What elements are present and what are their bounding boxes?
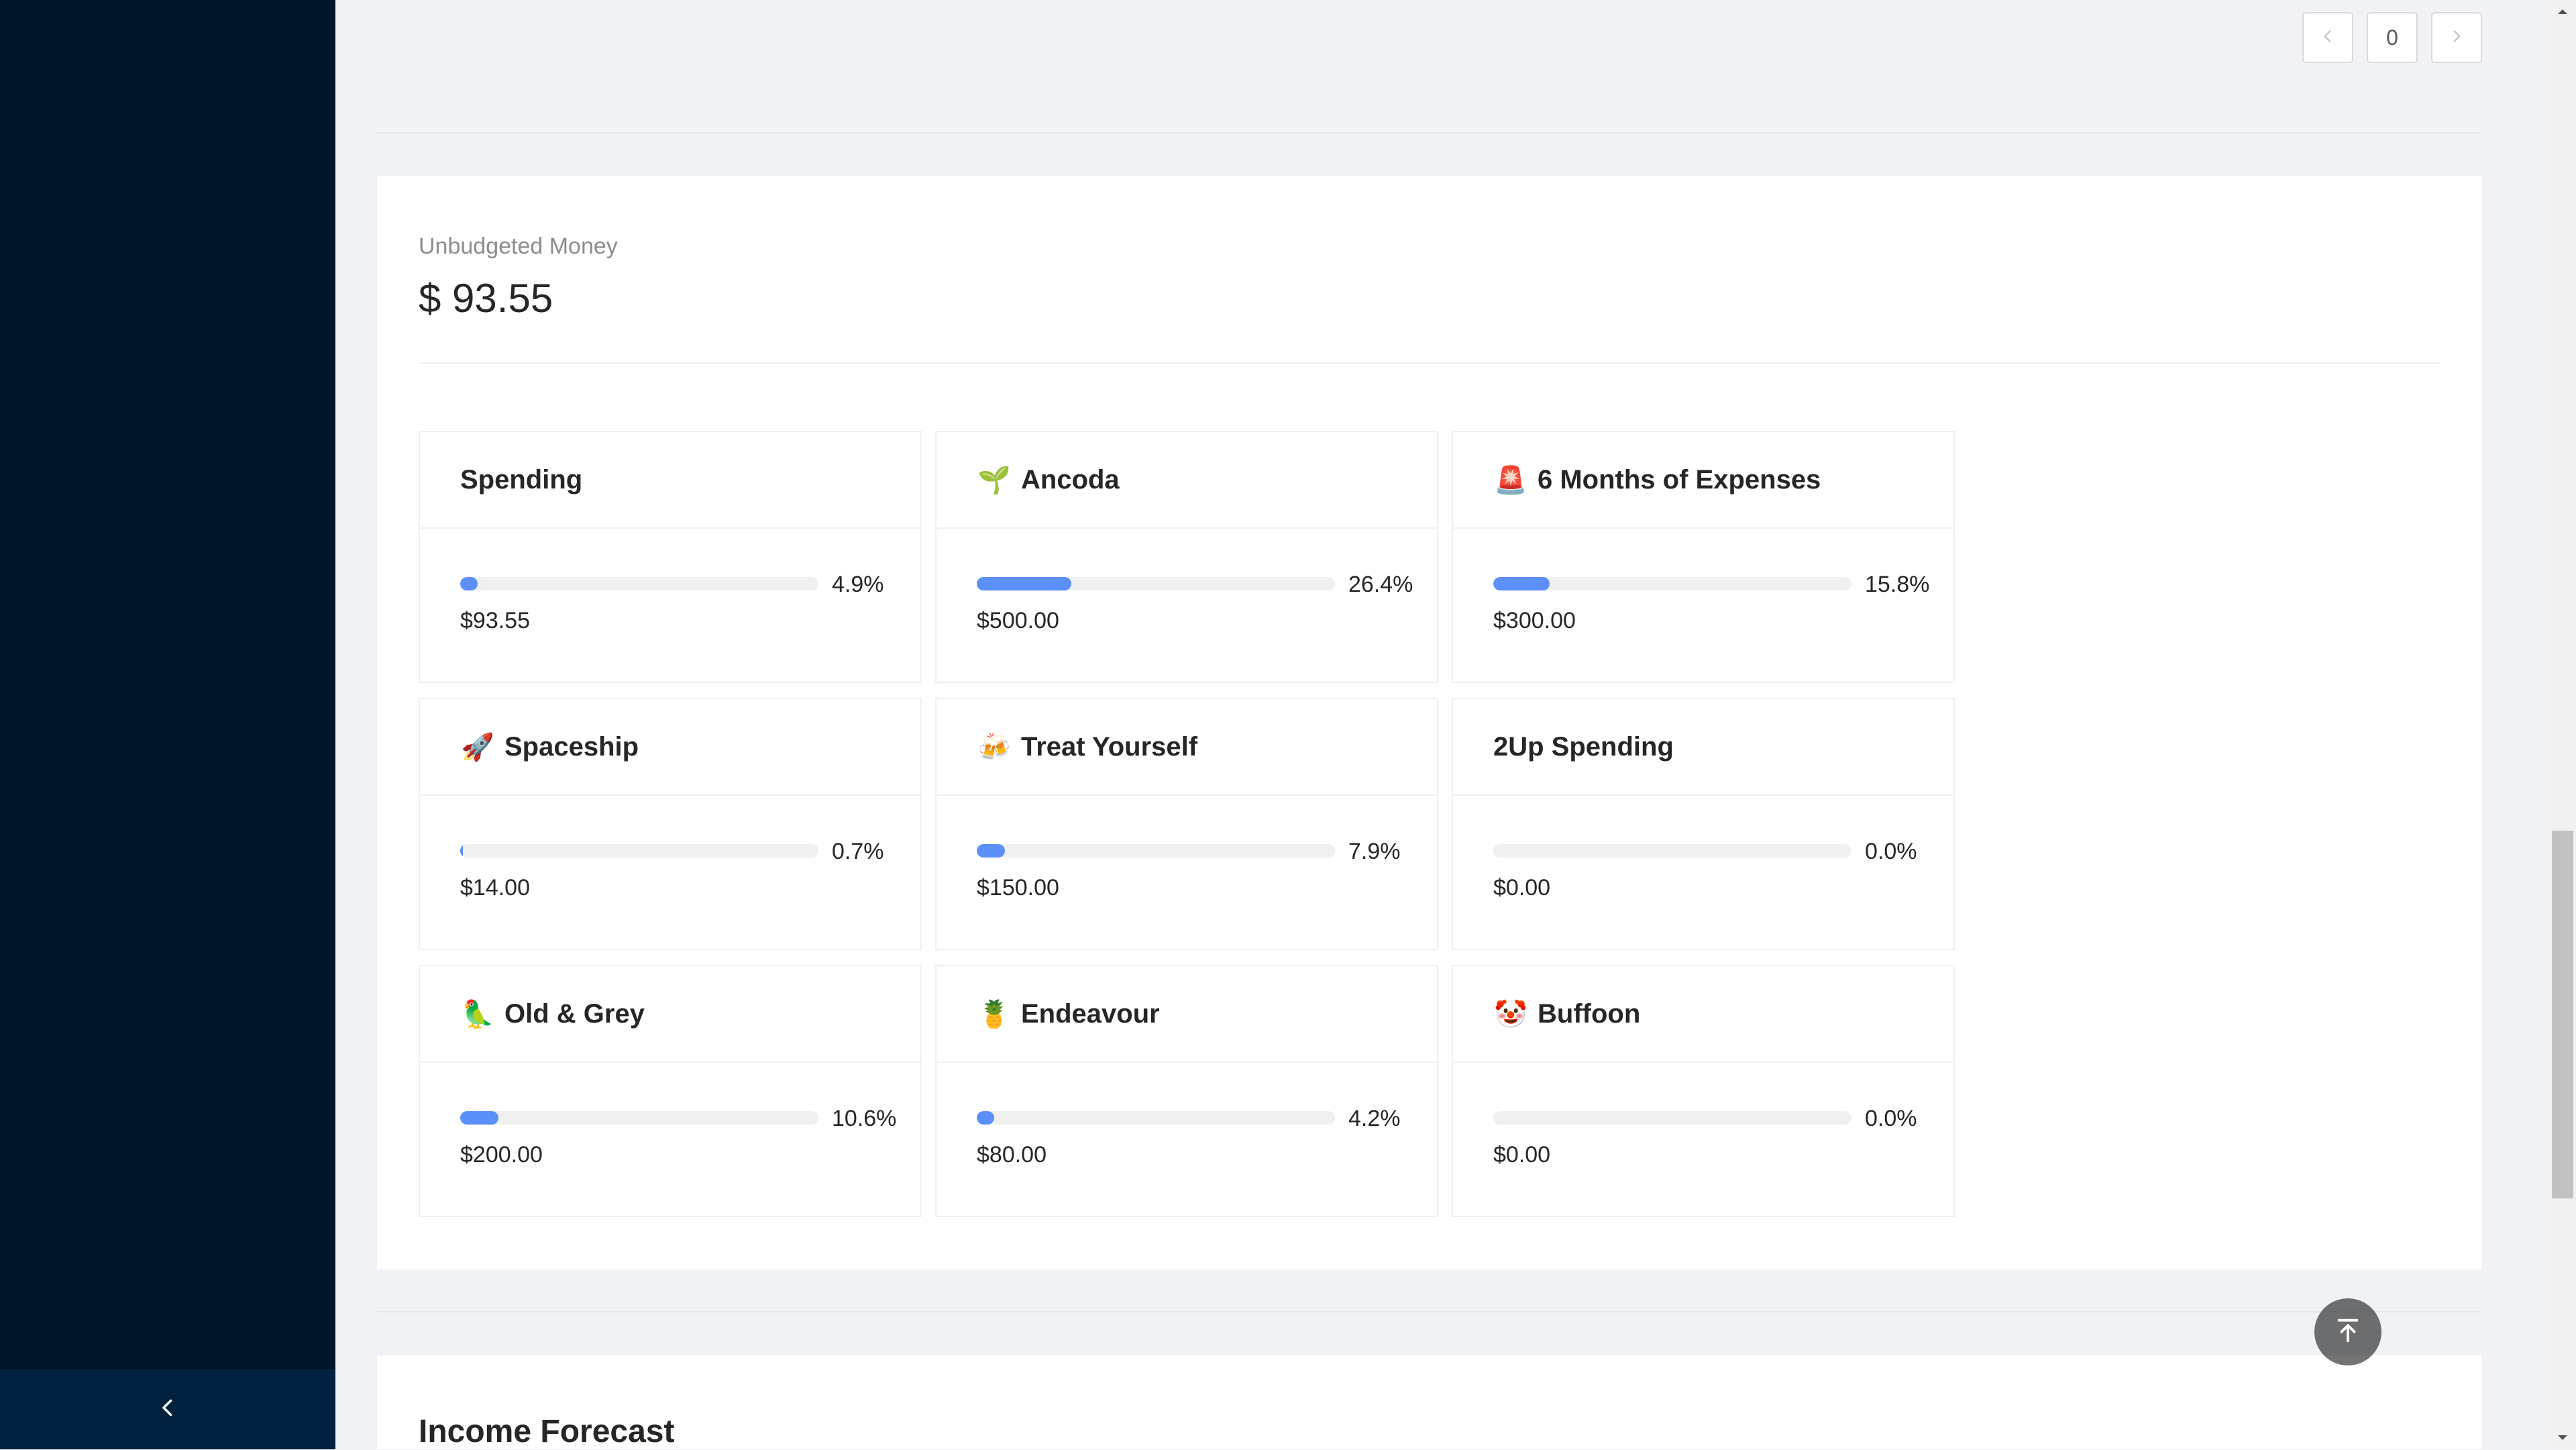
progress-track	[460, 844, 818, 858]
goal-header: Spending	[420, 432, 920, 529]
goal-title: Spaceship	[504, 731, 639, 762]
unbudgeted-label: Unbudgeted Money	[419, 234, 618, 259]
goal-card[interactable]: 🤡 Buffoon 0.0% $0.00	[1452, 965, 1955, 1217]
chevron-left-icon	[2319, 25, 2337, 50]
chevron-right-icon	[2448, 25, 2465, 50]
progress-fill	[460, 1111, 498, 1125]
progress-track	[460, 1111, 818, 1125]
section-divider	[377, 132, 2482, 134]
progress-fill	[460, 844, 463, 858]
goal-card[interactable]: 2Up Spending 0.0% $0.00	[1452, 698, 1955, 950]
progress-track	[1493, 577, 1851, 590]
pager-next-button[interactable]	[2431, 12, 2482, 63]
goal-title: Buffoon	[1538, 998, 1641, 1029]
pagination: 0	[2302, 12, 2482, 63]
vertical-scrollbar[interactable]	[2549, 0, 2576, 1449]
goal-amount: $93.55	[460, 608, 530, 633]
sidebar-collapse-button[interactable]	[0, 1369, 335, 1449]
goal-amount: $200.00	[460, 1142, 543, 1168]
goal-percent: 7.9%	[1348, 839, 1401, 864]
goal-amount: $300.00	[1493, 608, 1576, 633]
progress-fill	[460, 577, 478, 590]
goal-title: Treat Yourself	[1021, 731, 1198, 762]
goal-header: 🤡 Buffoon	[1453, 966, 1953, 1063]
sidebar	[0, 0, 335, 1449]
progress-track	[977, 844, 1335, 858]
siren-icon: 🚨	[1494, 465, 1527, 495]
unbudgeted-card: Unbudgeted Money $ 93.55 Spending 4.9% $…	[377, 176, 2482, 1270]
progress-fill	[1493, 577, 1550, 590]
goal-title: 6 Months of Expenses	[1538, 464, 1821, 495]
goal-title: 2Up Spending	[1493, 731, 1674, 762]
goal-amount: $0.00	[1493, 875, 1551, 900]
goal-card[interactable]: 🦜 Old & Grey 10.6% $200.00	[419, 965, 922, 1217]
goal-percent: 4.9%	[832, 572, 884, 597]
scrollbar-thumb[interactable]	[2552, 831, 2573, 1198]
goal-percent: 0.7%	[832, 839, 884, 864]
progress-track	[460, 577, 818, 590]
progress-fill	[977, 1111, 994, 1125]
progress-track	[1493, 1111, 1851, 1125]
goals-grid: Spending 4.9% $93.55 🌱 Ancoda 26.4% $500…	[419, 431, 1955, 1217]
pager-prev-button[interactable]	[2302, 12, 2353, 63]
goal-header: 🚀 Spaceship	[420, 699, 920, 796]
main-content: 0 Unbudgeted Money $ 93.55 Spending 4.9%…	[335, 0, 2549, 1449]
goal-amount: $500.00	[977, 608, 1059, 633]
seedling-icon: 🌱	[977, 465, 1011, 495]
goal-amount: $80.00	[977, 1142, 1046, 1168]
pager-current-page[interactable]: 0	[2367, 12, 2418, 63]
goal-percent: 0.0%	[1865, 839, 1917, 864]
goal-card[interactable]: 🍍 Endeavour 4.2% $80.00	[935, 965, 1438, 1217]
goal-title: Spending	[460, 464, 583, 495]
goal-percent: 10.6%	[832, 1106, 897, 1131]
progress-fill	[977, 844, 1006, 858]
progress-fill	[977, 577, 1071, 590]
goal-header: 2Up Spending	[1453, 699, 1953, 796]
goal-header: 🚨 6 Months of Expenses	[1453, 432, 1953, 529]
goal-percent: 26.4%	[1348, 572, 1413, 597]
goal-header: 🍻 Treat Yourself	[936, 699, 1437, 796]
progress-track	[1493, 844, 1851, 858]
chevron-left-icon	[156, 1396, 180, 1423]
scroll-down-arrow[interactable]	[2549, 1427, 2576, 1449]
goal-header: 🌱 Ancoda	[936, 432, 1437, 529]
goal-percent: 0.0%	[1865, 1106, 1917, 1131]
clown-face-icon: 🤡	[1494, 999, 1527, 1029]
goal-header: 🦜 Old & Grey	[420, 966, 920, 1063]
progress-track	[977, 1111, 1335, 1125]
goal-title: Ancoda	[1021, 464, 1120, 495]
goal-amount: $0.00	[1493, 1142, 1551, 1168]
beer-mugs-icon: 🍻	[977, 732, 1011, 762]
back-to-top-button[interactable]	[2314, 1298, 2381, 1365]
goal-amount: $14.00	[460, 875, 530, 900]
goal-percent: 4.2%	[1348, 1106, 1401, 1131]
goal-header: 🍍 Endeavour	[936, 966, 1437, 1063]
arrow-up-to-line-icon	[2332, 1315, 2363, 1349]
goal-card[interactable]: 🍻 Treat Yourself 7.9% $150.00	[935, 698, 1438, 950]
rocket-icon: 🚀	[461, 732, 494, 762]
goal-card[interactable]: Spending 4.9% $93.55	[419, 431, 922, 683]
scroll-up-arrow[interactable]	[2549, 0, 2576, 23]
goal-amount: $150.00	[977, 875, 1059, 900]
goal-title: Endeavour	[1021, 998, 1160, 1029]
income-forecast-title: Income Forecast	[419, 1414, 675, 1449]
goal-card[interactable]: 🌱 Ancoda 26.4% $500.00	[935, 431, 1438, 683]
card-divider	[419, 362, 2440, 364]
goal-card[interactable]: 🚀 Spaceship 0.7% $14.00	[419, 698, 922, 950]
pineapple-icon: 🍍	[977, 999, 1011, 1029]
section-divider	[377, 1311, 2482, 1312]
progress-track	[977, 577, 1335, 590]
parrot-icon: 🦜	[461, 999, 494, 1029]
income-forecast-card: Income Forecast	[377, 1355, 2482, 1449]
goal-card[interactable]: 🚨 6 Months of Expenses 15.8% $300.00	[1452, 431, 1955, 683]
unbudgeted-value: $ 93.55	[419, 276, 553, 321]
goal-percent: 15.8%	[1865, 572, 1930, 597]
goal-title: Old & Grey	[504, 998, 645, 1029]
